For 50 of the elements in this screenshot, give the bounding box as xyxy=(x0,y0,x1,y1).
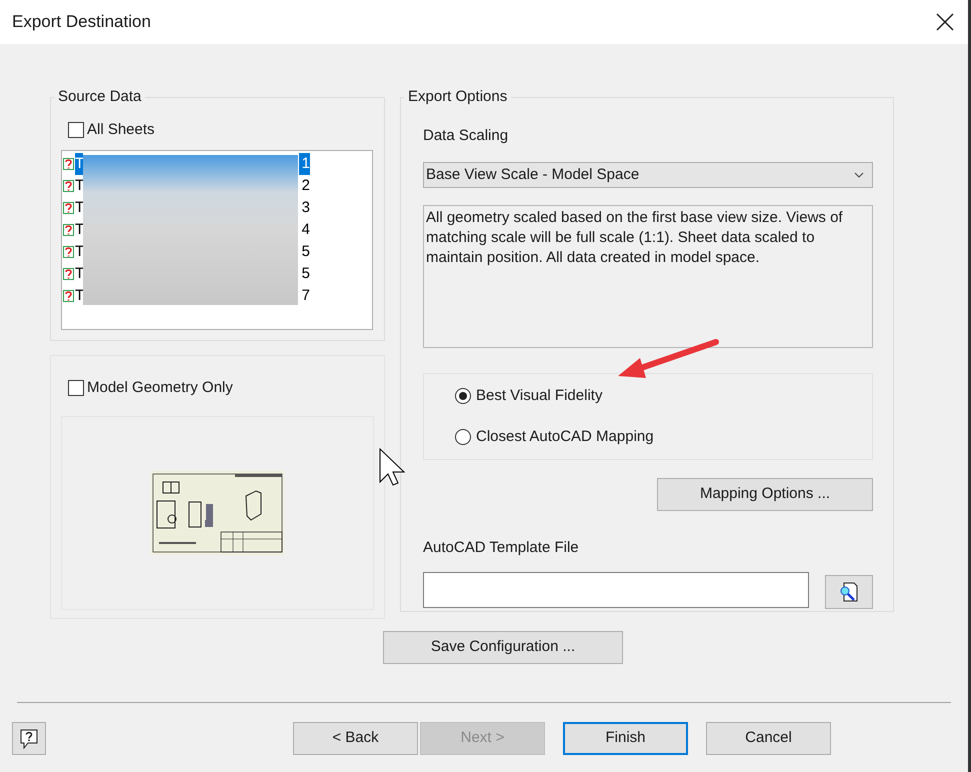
radio-label: Closest AutoCAD Mapping xyxy=(476,426,654,446)
sheet-name-start[interactable]: T xyxy=(75,284,83,308)
field-label: AutoCAD Template File xyxy=(423,538,580,558)
scaling-dropdown[interactable]: Base View Scale - Model Space xyxy=(423,162,873,188)
field-label: Data Scaling xyxy=(423,126,510,146)
window-title: Export Destination xyxy=(12,11,151,34)
help-icon xyxy=(19,728,39,750)
mapping-options-button[interactable]: Mapping Options ... xyxy=(657,478,873,511)
sheet-name-end[interactable]: 7 xyxy=(299,284,310,308)
missing-file-icon xyxy=(63,158,74,170)
description-text: All geometry scaled based on the first base view size. Views of matching scale will be full scale (1:1). Sheet data scaled to maintain position. All data created in model space. xyxy=(423,205,873,348)
sheet-name-end[interactable]: 5 xyxy=(299,262,310,286)
save-configuration-button[interactable]: Save Configuration ... xyxy=(383,631,623,664)
sheet-name-end[interactable]: 5 xyxy=(299,240,310,264)
help-button[interactable] xyxy=(12,722,46,755)
footer-button[interactable]: Cancel xyxy=(706,722,831,755)
sheet-list[interactable]: T 1 T 2 T 3 T 4 T 5 T 5 T 7 xyxy=(61,150,373,330)
sheet-name-start[interactable]: T xyxy=(75,196,83,220)
sheet-name-start[interactable]: T xyxy=(75,218,83,242)
missing-file-icon xyxy=(63,290,74,302)
footer-button[interactable]: < Back xyxy=(293,722,418,755)
footer-button[interactable]: Finish xyxy=(563,722,688,755)
missing-file-icon xyxy=(63,202,74,214)
sheet-name-start[interactable]: T xyxy=(75,240,83,264)
checkbox-label: Model Geometry Only xyxy=(87,378,233,398)
sheet-name-end[interactable]: 4 xyxy=(299,218,310,242)
radio-button[interactable] xyxy=(455,428,471,445)
missing-file-icon xyxy=(63,224,74,236)
sheet-name-end[interactable]: 1 xyxy=(299,152,310,176)
missing-file-icon xyxy=(63,246,74,258)
template-input-field[interactable] xyxy=(423,572,809,608)
sheet-name-start[interactable]: T xyxy=(75,262,83,286)
sheet-name-end[interactable]: 3 xyxy=(299,196,310,220)
group-title: Source Data xyxy=(57,87,142,107)
checkbox[interactable] xyxy=(68,122,84,138)
missing-file-icon xyxy=(63,268,74,280)
sheet-name-start[interactable]: T xyxy=(75,174,83,198)
missing-file-icon xyxy=(63,180,74,192)
radio-button[interactable] xyxy=(455,388,471,404)
radio-label: Best Visual Fidelity xyxy=(476,386,602,406)
sheet-name-start[interactable]: T xyxy=(75,152,83,176)
close-icon[interactable] xyxy=(936,13,954,31)
checkbox-label: All Sheets xyxy=(87,120,155,140)
checkbox[interactable] xyxy=(68,380,84,396)
sheet-name-end[interactable]: 2 xyxy=(299,174,310,198)
dropdown-value: Base View Scale - Model Space xyxy=(426,164,640,185)
chevron-down-icon xyxy=(854,172,864,178)
mouse-cursor-icon xyxy=(379,448,405,486)
group-title: Export Options xyxy=(407,87,508,107)
browse-button[interactable] xyxy=(825,574,873,608)
